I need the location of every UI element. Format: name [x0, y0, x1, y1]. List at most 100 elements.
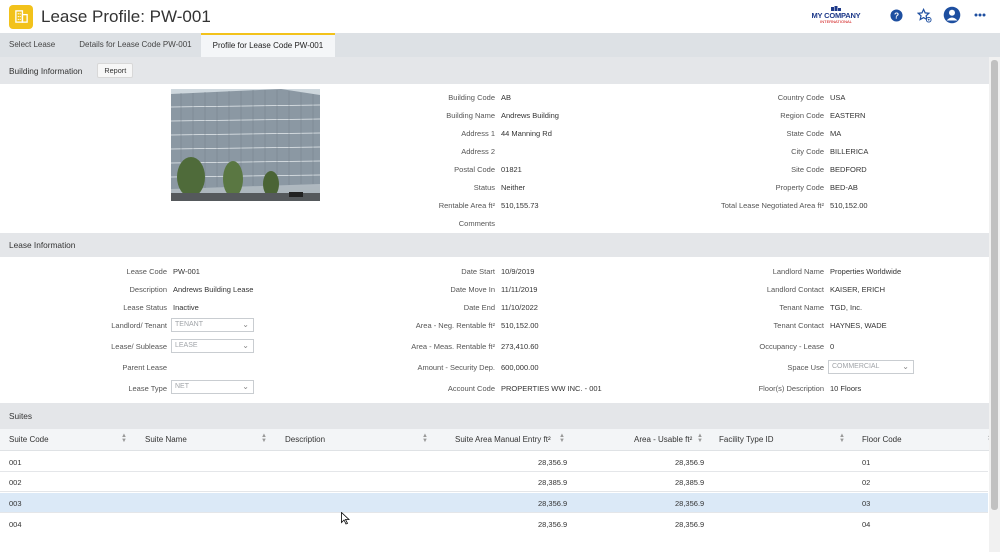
table-row[interactable]: 001 28,356.9 28,356.9 01: [0, 452, 988, 472]
field-label: Total Lease Negotiated Area ft²: [721, 201, 824, 210]
tab-select-lease[interactable]: Select Lease: [0, 33, 64, 57]
field-label: Landlord Contact: [766, 285, 824, 294]
field-label: Status: [473, 183, 495, 192]
field-label: Landlord/ Tenant: [111, 321, 167, 330]
help-icon[interactable]: ?: [886, 5, 906, 25]
suites-header: Suites: [0, 403, 1000, 429]
field-label: Space Use: [787, 363, 824, 372]
select-value: COMMERCIAL: [832, 363, 880, 370]
field-value: HAYNES, WADE: [830, 321, 887, 330]
column-header-suite-code[interactable]: Suite Code: [9, 435, 49, 444]
suites-table-header: Suite Code ▲ ▼ Suite Name ▲ ▼ Description …: [0, 429, 1000, 451]
tab-lease-details[interactable]: Details for Lease Code PW-001: [64, 33, 200, 57]
lease-type-select[interactable]: NET ⌄: [171, 380, 254, 394]
company-logo[interactable]: MY COMPANY INTERNATIONAL: [806, 6, 866, 24]
lease-info-header: Lease Information: [0, 233, 1000, 257]
field-value: 600,000.00: [501, 363, 539, 372]
cell-usable-area: 28,356.9: [675, 499, 705, 508]
section-title: Building Information: [9, 65, 83, 76]
field-label: Address 2: [461, 147, 495, 156]
column-header-facility-type[interactable]: Facility Type ID: [719, 435, 774, 444]
column-header-usable-area[interactable]: Area - Usable ft²: [634, 435, 692, 444]
tab-lease-profile[interactable]: Profile for Lease Code PW-001: [200, 33, 336, 57]
sort-icon[interactable]: ▲▼: [121, 433, 127, 444]
field-label: Area - Meas. Rentable ft²: [411, 342, 495, 351]
field-label: Site Code: [791, 165, 824, 174]
field-value: AB: [501, 93, 512, 102]
sort-icon[interactable]: ▲▼: [839, 433, 845, 444]
chevron-down-icon: ⌄: [902, 362, 909, 371]
field-value: TGD, Inc.: [830, 303, 863, 312]
field-label: Postal Code: [454, 165, 495, 174]
field-label: Landlord Name: [772, 267, 824, 276]
field-value: 273,410.60: [501, 342, 539, 351]
section-title: Suites: [9, 411, 33, 421]
field-label: Rentable Area ft²: [438, 201, 495, 210]
field-value: Neither: [501, 183, 526, 192]
lease-sublease-select[interactable]: LEASE ⌄: [171, 339, 254, 353]
field-label: Lease/ Sublease: [111, 342, 167, 351]
report-button[interactable]: Report: [97, 63, 134, 78]
cell-floor-code: 02: [862, 478, 871, 487]
cell-suite-area: 28,356.9: [538, 458, 568, 467]
field-label: Property Code: [775, 183, 824, 192]
table-row-selected[interactable]: 003 28,356.9 28,356.9 03: [0, 493, 988, 513]
logo-sub-text: INTERNATIONAL: [820, 19, 852, 24]
field-label: Tenant Name: [779, 303, 824, 312]
field-value: Inactive: [173, 303, 199, 312]
scrollbar-thumb[interactable]: [991, 60, 998, 510]
cell-usable-area: 28,356.9: [675, 458, 705, 467]
cell-suite-code: 002: [9, 478, 22, 487]
field-label: Account Code: [447, 384, 495, 393]
cell-suite-area: 28,356.9: [538, 499, 568, 508]
field-value: PW-001: [173, 267, 200, 276]
field-label: Occupancy - Lease: [759, 342, 824, 351]
more-icon[interactable]: [970, 5, 990, 25]
section-title: Lease Information: [9, 240, 76, 250]
chevron-down-icon: ⌄: [242, 320, 249, 329]
sort-icon[interactable]: ▲▼: [697, 433, 703, 444]
favorite-star-icon[interactable]: [914, 5, 934, 25]
landlord-tenant-select[interactable]: TENANT ⌄: [171, 318, 254, 332]
field-label: Building Name: [446, 111, 495, 120]
field-value: 510,152.00: [830, 201, 868, 210]
column-header-suite-name[interactable]: Suite Name: [145, 435, 187, 444]
cell-suite-area: 28,385.9: [538, 478, 568, 487]
column-header-floor-code[interactable]: Floor Code: [862, 435, 902, 444]
field-value: 44 Manning Rd: [501, 129, 552, 138]
select-value: TENANT: [175, 321, 203, 328]
field-label: Building Code: [448, 93, 495, 102]
column-header-suite-area[interactable]: Suite Area Manual Entry ft²: [455, 435, 551, 444]
cell-suite-code: 004: [9, 520, 22, 529]
field-value: BEDFORD: [830, 165, 867, 174]
field-label: Date End: [463, 303, 495, 312]
select-value: NET: [175, 383, 189, 390]
field-value: BILLERICA: [830, 147, 869, 156]
field-label: Parent Lease: [122, 363, 167, 372]
cell-suite-area: 28,356.9: [538, 520, 568, 529]
sort-icon[interactable]: ▲▼: [422, 433, 428, 444]
field-value: MA: [830, 129, 842, 138]
table-row[interactable]: 002 28,385.9 28,385.9 02: [0, 472, 988, 492]
cell-floor-code: 03: [862, 499, 871, 508]
user-avatar-icon[interactable]: [942, 5, 962, 25]
field-label: Lease Code: [126, 267, 167, 276]
field-label: Floor(s) Description: [758, 384, 824, 393]
field-label: Tenant Contact: [773, 321, 824, 330]
field-label: Amount - Security Dep.: [417, 363, 495, 372]
column-header-description[interactable]: Description: [285, 435, 325, 444]
sort-icon[interactable]: ▲▼: [261, 433, 267, 444]
field-value: 10 Floors: [830, 384, 862, 393]
field-label: Lease Status: [123, 303, 167, 312]
space-use-select[interactable]: COMMERCIAL ⌄: [828, 360, 914, 374]
select-value: LEASE: [175, 342, 198, 349]
field-label: Area - Neg. Rentable ft²: [415, 321, 495, 330]
mouse-cursor-icon: [341, 512, 350, 525]
field-label: Address 1: [461, 129, 495, 138]
field-value: 11/10/2022: [501, 303, 538, 312]
field-value: USA: [830, 93, 846, 102]
cell-floor-code: 01: [862, 458, 871, 467]
field-value: BED-AB: [830, 183, 858, 192]
sort-icon[interactable]: ▲▼: [559, 433, 565, 444]
table-row[interactable]: 004 28,356.9 28,356.9 04: [0, 514, 988, 534]
